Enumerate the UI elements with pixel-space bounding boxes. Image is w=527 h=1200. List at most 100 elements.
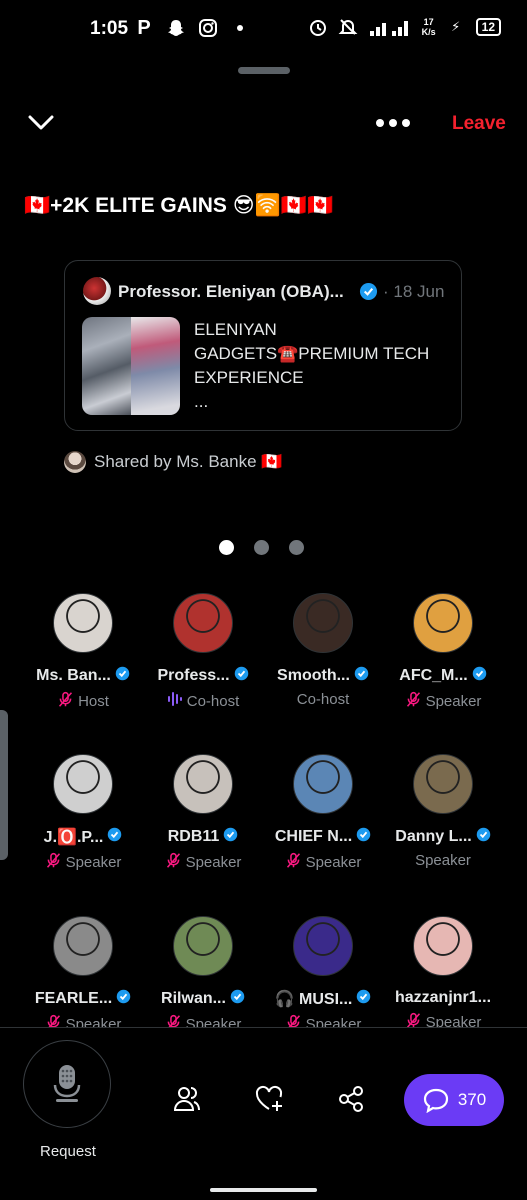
participant-name: AFC_M... xyxy=(399,667,468,684)
participant-name: Smooth... xyxy=(277,667,350,684)
muted-mic-icon xyxy=(405,691,422,712)
participant[interactable]: AFC_M... Speaker xyxy=(383,593,503,712)
participant[interactable]: FEARLE... Speaker xyxy=(23,916,143,1035)
mute-bell-icon xyxy=(338,17,358,37)
home-indicator[interactable] xyxy=(210,1188,317,1192)
participant-avatar[interactable] xyxy=(413,593,473,653)
post-author-name: Professor. Eleniyan (OBA)... xyxy=(118,282,344,301)
participant[interactable]: hazzanjnr1... Speaker xyxy=(383,916,503,1033)
verified-badge-icon xyxy=(223,827,238,847)
request-mic-button[interactable] xyxy=(23,1040,111,1128)
participant-name: Rilwan... xyxy=(161,990,226,1007)
participant-name: J.🅾️.P... xyxy=(43,829,104,846)
sharer-avatar xyxy=(64,451,86,473)
participant-role: Host xyxy=(78,693,109,710)
status-time: 1:05 xyxy=(90,18,129,39)
verified-badge-icon xyxy=(107,827,122,847)
participant-avatar[interactable] xyxy=(293,593,353,653)
participant-avatar[interactable] xyxy=(413,916,473,976)
participant-avatar[interactable] xyxy=(53,916,113,976)
pager-dot[interactable] xyxy=(219,540,234,555)
participant-avatar[interactable] xyxy=(413,754,473,814)
instagram-icon xyxy=(198,18,218,38)
post-author-avatar xyxy=(83,277,111,305)
participant[interactable]: Smooth... Co-host xyxy=(263,593,383,708)
participant-name: hazzanjnr1... xyxy=(394,989,492,1006)
verified-badge-icon xyxy=(116,989,131,1009)
participant-role: Speaker xyxy=(185,854,242,871)
participant-avatar[interactable] xyxy=(173,916,233,976)
people-icon[interactable] xyxy=(172,1084,202,1114)
snapchat-icon xyxy=(166,18,186,38)
verified-badge-icon xyxy=(115,666,130,686)
heart-plus-icon[interactable] xyxy=(254,1084,284,1114)
pinned-post-card[interactable]: Professor. Eleniyan (OBA)... · 18 Jun EL… xyxy=(64,260,462,431)
participant-role: Speaker xyxy=(65,854,122,871)
participant-name: 🎧 MUSI... xyxy=(274,991,353,1008)
microphone-icon xyxy=(53,1065,81,1102)
verified-badge-icon xyxy=(356,827,371,847)
participant-role: Co-host xyxy=(296,691,350,708)
participant[interactable]: CHIEF N... Speaker xyxy=(263,754,383,873)
participant-name: CHIEF N... xyxy=(274,828,353,845)
bottom-bar: Request 370 xyxy=(0,1028,527,1200)
verified-badge-icon xyxy=(359,282,378,306)
shared-by: Shared by Ms. Banke 🇨🇦 xyxy=(64,451,282,473)
participant-name: Profess... xyxy=(157,667,230,684)
net-speed: 17 K/s xyxy=(421,17,436,37)
participant[interactable]: RDB11 Speaker xyxy=(143,754,263,873)
battery-indicator: 12 xyxy=(475,18,501,36)
participant-role: Speaker xyxy=(425,693,482,710)
share-icon[interactable] xyxy=(336,1084,366,1114)
participant-avatar[interactable] xyxy=(293,916,353,976)
leave-button[interactable]: Leave xyxy=(452,113,506,135)
participant[interactable]: Danny L... Speaker xyxy=(383,754,503,869)
collapse-chevron-icon[interactable] xyxy=(26,110,56,136)
participant[interactable]: 🎧 MUSI... Speaker xyxy=(263,916,383,1035)
participant-role: Speaker xyxy=(305,854,362,871)
post-text: ELENIYAN GADGETS☎️PREMIUM TECH EXPERIENC… xyxy=(194,320,430,411)
side-edge-handle[interactable] xyxy=(0,710,8,860)
post-date: · 18 Jun xyxy=(383,282,445,301)
participant-avatar[interactable] xyxy=(293,754,353,814)
participant[interactable]: J.🅾️.P... Speaker xyxy=(23,754,143,873)
verified-badge-icon xyxy=(234,666,249,686)
muted-mic-icon xyxy=(165,852,182,873)
participant[interactable]: Ms. Ban... Host xyxy=(23,593,143,712)
verified-badge-icon xyxy=(356,989,371,1009)
participant[interactable]: Profess... Co-host xyxy=(143,593,263,711)
muted-mic-icon xyxy=(45,852,62,873)
shared-by-text: Shared by Ms. Banke 🇨🇦 xyxy=(94,452,283,471)
participant-avatar[interactable] xyxy=(53,593,113,653)
participant-name: RDB11 xyxy=(167,828,220,845)
space-title: 🇨🇦+2K ELITE GAINS 😎🛜🇨🇦🇨🇦 xyxy=(24,194,334,217)
request-label: Request xyxy=(40,1143,96,1160)
participant-role: Co-host xyxy=(186,692,240,710)
muted-mic-icon xyxy=(57,691,74,712)
pager-dots xyxy=(219,540,304,555)
participant-name: Danny L... xyxy=(395,828,472,845)
chat-button[interactable]: 370 xyxy=(404,1074,504,1126)
status-bar: 1:05 P 17 K/s ⚡ 12 xyxy=(0,0,527,58)
chat-count: 370 xyxy=(457,1090,487,1109)
network-signal-icon xyxy=(368,17,412,37)
verified-badge-icon xyxy=(472,666,487,686)
drag-handle[interactable] xyxy=(238,67,290,74)
pager-dot[interactable] xyxy=(254,540,269,555)
wifi-off-icon: ⚡ xyxy=(451,19,461,34)
parking-icon: P xyxy=(137,16,151,39)
post-thumbnail xyxy=(82,317,180,415)
participant-avatar[interactable] xyxy=(173,593,233,653)
pager-dot[interactable] xyxy=(289,540,304,555)
muted-mic-icon xyxy=(285,852,302,873)
participant-name: Ms. Ban... xyxy=(36,667,111,684)
participant[interactable]: Rilwan... Speaker xyxy=(143,916,263,1035)
dot-icon xyxy=(230,18,250,38)
participant-avatar[interactable] xyxy=(173,754,233,814)
spaces-screen: 1:05 P 17 K/s ⚡ 12 Leave 🇨🇦+2K ELITE GAI… xyxy=(0,0,527,1200)
alarm-icon xyxy=(308,17,328,37)
participant-avatar[interactable] xyxy=(53,754,113,814)
participant-name: FEARLE... xyxy=(34,990,113,1007)
verified-badge-icon xyxy=(230,989,245,1009)
more-options-icon[interactable] xyxy=(374,112,412,134)
